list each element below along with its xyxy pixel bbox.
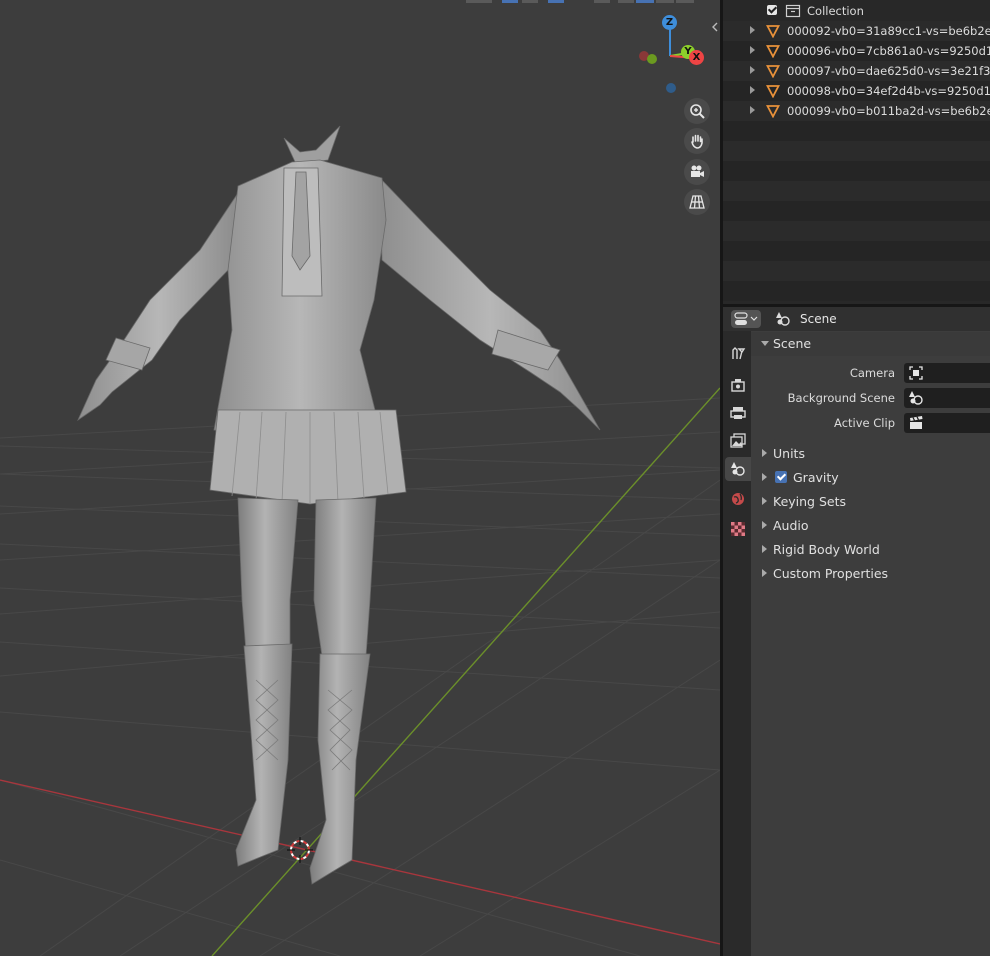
ortho-grid-icon[interactable] [684, 189, 710, 215]
active-clip-property: Active Clip [751, 412, 990, 434]
mesh-object-icon [766, 45, 780, 58]
viewport-scene [0, 24, 720, 956]
context-label: Scene [800, 312, 837, 326]
outliner-empty-row [723, 281, 990, 301]
expand-arrow-icon[interactable] [750, 86, 755, 94]
expand-arrow-icon[interactable] [750, 66, 755, 74]
outliner[interactable]: Collection 000092-vb0=31a89cc1-vs=be6b2e… [723, 0, 990, 304]
expand-arrow-icon [762, 449, 767, 457]
mesh-object-icon [766, 85, 780, 98]
panel-title: Scene [773, 336, 812, 351]
mesh-object-icon [766, 25, 780, 38]
outliner-object-row[interactable]: 000099-vb0=b011ba2d-vs=be6b2e716 [723, 101, 990, 121]
collection-label: Collection [807, 4, 864, 18]
properties-editor[interactable]: Scene Scene Camera Background Scene Acti… [723, 307, 990, 956]
properties-header: Scene [723, 307, 990, 331]
panel-title: Gravity [793, 470, 839, 485]
texture-icon[interactable] [725, 517, 751, 541]
3d-cursor [287, 837, 313, 863]
collection-icon [785, 4, 801, 18]
object-name: 000092-vb0=31a89cc1-vs=be6b2e716 [787, 24, 990, 38]
scene-icon [776, 312, 790, 326]
background-scene-property: Background Scene [751, 387, 990, 409]
render-icon[interactable] [725, 373, 751, 397]
outliner-empty-row [723, 121, 990, 141]
expand-arrow-icon [762, 545, 767, 553]
properties-body: Scene Camera Background Scene Active Cli… [751, 331, 990, 956]
panel-title: Units [773, 446, 805, 461]
editor-type-button[interactable] [731, 310, 761, 328]
expand-arrow-icon [762, 497, 767, 505]
object-name: 000099-vb0=b011ba2d-vs=be6b2e716 [787, 104, 990, 118]
expand-arrow-icon[interactable] [750, 46, 755, 54]
outliner-collection-row[interactable]: Collection [723, 1, 990, 21]
expand-arrow-icon [762, 521, 767, 529]
scene-icon [909, 391, 923, 405]
gravity-checkbox[interactable] [775, 471, 787, 483]
camera-object-icon [909, 366, 923, 380]
scene-icon[interactable] [725, 457, 751, 481]
outliner-object-row[interactable]: 000098-vb0=34ef2d4b-vs=9250d1f42 [723, 81, 990, 101]
scene-panel-header[interactable]: Scene [751, 332, 990, 356]
outliner-empty-row [723, 201, 990, 221]
custom-properties-panel-header[interactable]: Custom Properties [751, 562, 990, 586]
expand-arrow-icon [762, 569, 767, 577]
panel-title: Rigid Body World [773, 542, 880, 557]
x-axis-line [0, 779, 720, 945]
output-icon[interactable] [725, 401, 751, 425]
background-scene-field[interactable] [904, 388, 990, 408]
panel-title: Custom Properties [773, 566, 889, 581]
mesh-object-icon [766, 65, 780, 78]
z-axis-bubble[interactable]: Z [662, 15, 677, 30]
outliner-empty-row [723, 161, 990, 181]
outliner-object-row[interactable]: 000097-vb0=dae625d0-vs=3e21f388b [723, 61, 990, 81]
panel-title: Keying Sets [773, 494, 847, 509]
object-name: 000097-vb0=dae625d0-vs=3e21f388b [787, 64, 990, 78]
sidebar-toggle-icon[interactable] [710, 20, 720, 34]
hand-pan-icon[interactable] [684, 128, 710, 154]
camera-view-icon[interactable] [684, 159, 710, 185]
collapse-arrow-icon [761, 341, 769, 346]
outliner-object-row[interactable]: 000096-vb0=7cb861a0-vs=9250d1f42 [723, 41, 990, 61]
outliner-object-row[interactable]: 000092-vb0=31a89cc1-vs=be6b2e716 [723, 21, 990, 41]
outliner-empty-row [723, 141, 990, 161]
expand-arrow-icon[interactable] [750, 26, 755, 34]
audio-panel-header[interactable]: Audio [751, 514, 990, 538]
active-clip-field[interactable] [904, 413, 990, 433]
camera-field[interactable] [904, 363, 990, 383]
character-model [77, 125, 601, 885]
3d-viewport[interactable]: Z Y X [0, 0, 720, 956]
mesh-object-icon [766, 105, 780, 118]
background-scene-label: Background Scene [787, 391, 895, 405]
expand-arrow-icon[interactable] [750, 106, 755, 114]
tool-icon[interactable] [725, 341, 751, 365]
outliner-empty-row [723, 241, 990, 261]
gravity-panel-header[interactable]: Gravity [751, 466, 990, 490]
rigid-body-world-panel-header[interactable]: Rigid Body World [751, 538, 990, 562]
camera-property: Camera [751, 362, 990, 384]
object-name: 000096-vb0=7cb861a0-vs=9250d1f42 [787, 44, 990, 58]
object-name: 000098-vb0=34ef2d4b-vs=9250d1f42 [787, 84, 990, 98]
exclude-checkbox[interactable] [767, 5, 777, 15]
x-axis-bubble[interactable]: X [689, 50, 704, 65]
active-clip-label: Active Clip [834, 416, 895, 430]
outliner-empty-row [723, 221, 990, 241]
world-icon[interactable] [725, 487, 751, 511]
view-layer-icon[interactable] [725, 429, 751, 453]
outliner-empty-row [723, 181, 990, 201]
units-panel-header[interactable]: Units [751, 442, 990, 466]
panel-title: Audio [773, 518, 809, 533]
expand-arrow-icon [762, 473, 767, 481]
clip-icon [910, 416, 923, 429]
zoom-icon[interactable] [684, 98, 710, 124]
properties-tabs [723, 331, 751, 956]
camera-label: Camera [849, 366, 895, 380]
keying-sets-panel-header[interactable]: Keying Sets [751, 490, 990, 514]
outliner-empty-row [723, 261, 990, 281]
